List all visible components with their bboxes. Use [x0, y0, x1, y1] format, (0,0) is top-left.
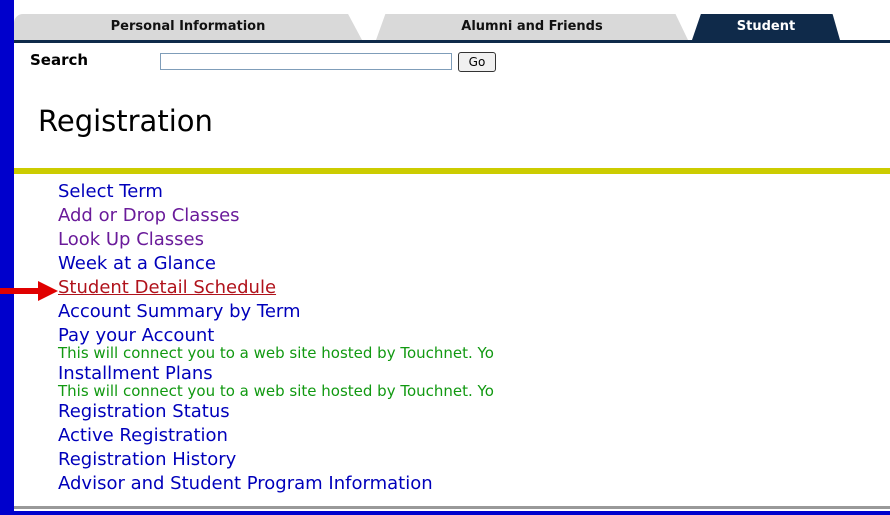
page-title: Registration: [38, 104, 213, 138]
menu-item-student-detail-schedule: Student Detail Schedule: [58, 276, 888, 300]
menu-item-add-drop-classes: Add or Drop Classes: [58, 204, 888, 228]
go-button[interactable]: Go: [458, 52, 496, 72]
select-term-link[interactable]: Select Term: [58, 181, 163, 202]
menu-item-active-registration: Active Registration: [58, 424, 888, 448]
menu-item-installment-plans: Installment Plans This will connect you …: [58, 362, 888, 400]
menu-item-pay-account: Pay your Account This will connect you t…: [58, 324, 888, 362]
search-label: Search: [30, 51, 89, 69]
installment-plans-link[interactable]: Installment Plans: [58, 363, 213, 384]
menu-item-select-term: Select Term: [58, 180, 888, 204]
bottom-rule: [14, 506, 890, 509]
registration-history-link[interactable]: Registration History: [58, 449, 236, 470]
page-frame: Personal Information Alumni and Friends …: [14, 0, 890, 511]
registration-status-link[interactable]: Registration Status: [58, 401, 230, 422]
look-up-classes-link[interactable]: Look Up Classes: [58, 229, 204, 250]
pay-your-account-link[interactable]: Pay your Account: [58, 325, 214, 346]
installment-plans-note: This will connect you to a web site host…: [58, 382, 494, 400]
advisor-and-student-program-information-link[interactable]: Advisor and Student Program Information: [58, 473, 433, 494]
active-registration-link[interactable]: Active Registration: [58, 425, 228, 446]
tab-alumni-and-friends[interactable]: Alumni and Friends: [376, 14, 688, 40]
menu-item-week-at-a-glance: Week at a Glance: [58, 252, 888, 276]
menu-item-registration-history: Registration History: [58, 448, 888, 472]
menu-item-advisor-program-info: Advisor and Student Program Information: [58, 472, 888, 496]
add-or-drop-classes-link[interactable]: Add or Drop Classes: [58, 205, 240, 226]
account-summary-by-term-link[interactable]: Account Summary by Term: [58, 301, 301, 322]
search-input[interactable]: [160, 53, 452, 70]
student-detail-schedule-link[interactable]: Student Detail Schedule: [58, 277, 276, 298]
week-at-a-glance-link[interactable]: Week at a Glance: [58, 253, 216, 274]
menu-item-look-up-classes: Look Up Classes: [58, 228, 888, 252]
menu-item-account-summary: Account Summary by Term: [58, 300, 888, 324]
tab-student[interactable]: Student: [692, 14, 840, 40]
red-arrow-icon: [0, 281, 58, 301]
tab-underline: [14, 40, 890, 43]
pay-account-note: This will connect you to a web site host…: [58, 344, 494, 362]
registration-menu: Select Term Add or Drop Classes Look Up …: [58, 180, 888, 496]
tab-bar: Personal Information Alumni and Friends …: [14, 0, 890, 43]
title-rule: [14, 168, 890, 174]
tab-personal-information[interactable]: Personal Information: [14, 14, 362, 40]
menu-item-registration-status: Registration Status: [58, 400, 888, 424]
